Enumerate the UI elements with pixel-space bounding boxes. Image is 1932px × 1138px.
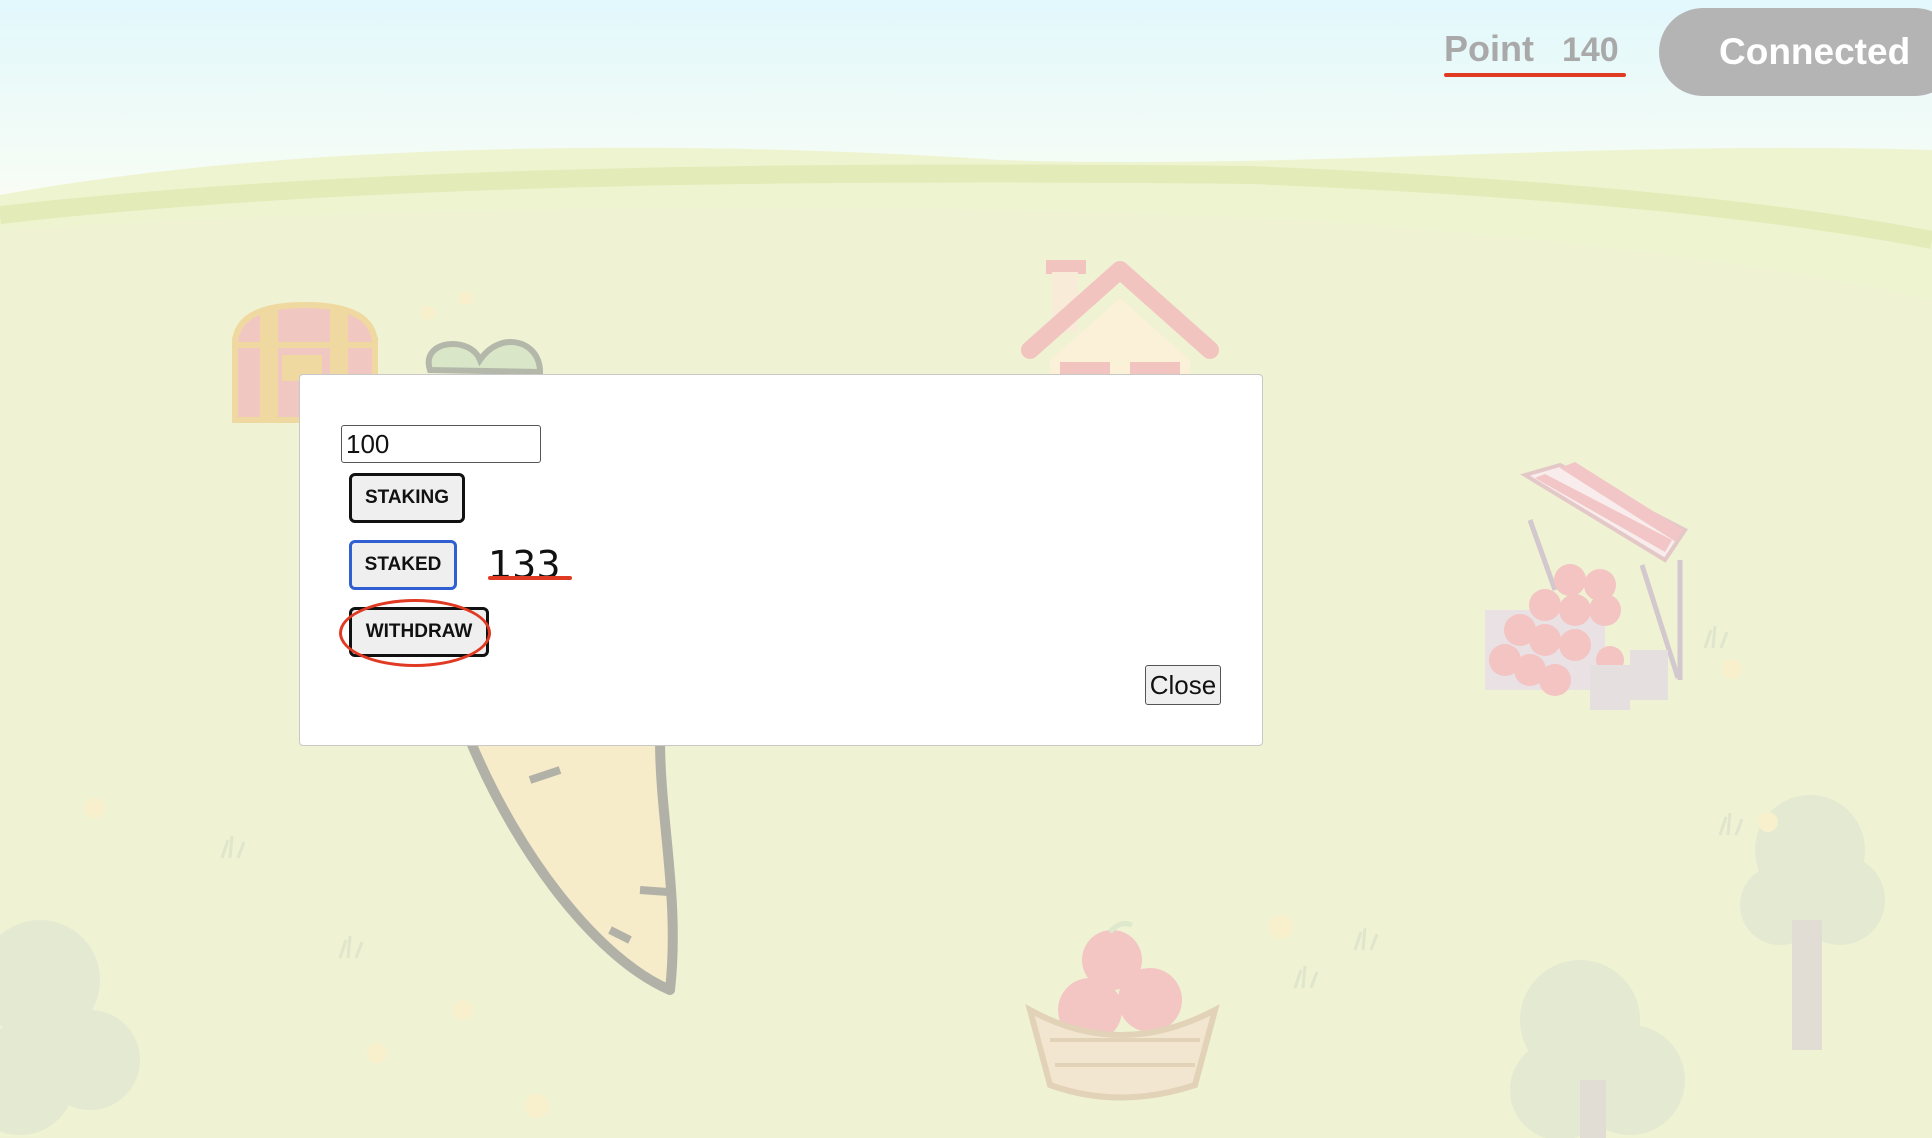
close-button[interactable]: Close — [1145, 665, 1221, 705]
withdraw-button[interactable]: WITHDRAW — [349, 607, 489, 657]
connect-wallet-button[interactable]: Connected — [1659, 8, 1932, 96]
stake-amount-input[interactable] — [341, 425, 541, 463]
staking-modal: STAKING STAKED 133 WITHDRAW Close — [299, 374, 1263, 746]
point-value: 140 — [1561, 31, 1619, 69]
point-display: Point 140 — [1444, 28, 1619, 70]
point-label: Point — [1444, 28, 1534, 69]
point-annotation-underline — [1444, 73, 1626, 77]
staked-button[interactable]: STAKED — [349, 540, 457, 590]
staked-annotation-underline — [488, 576, 572, 580]
staked-amount-value: 133 — [488, 543, 561, 587]
staking-button[interactable]: STAKING — [349, 473, 465, 523]
